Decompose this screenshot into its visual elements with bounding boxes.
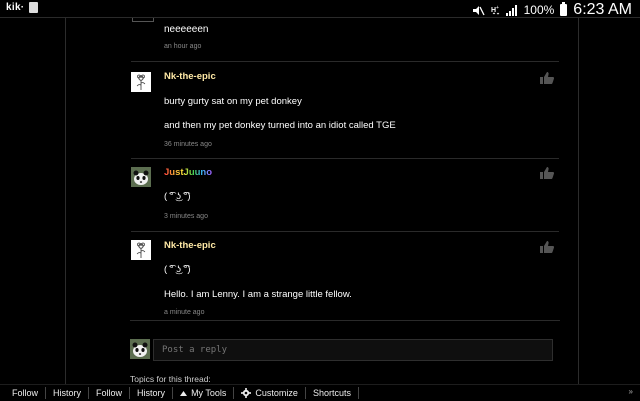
- comment-text: neeeeeen: [164, 24, 209, 35]
- avatar: [132, 18, 154, 22]
- panda-avatar-icon: [131, 167, 151, 187]
- toolbar-shortcuts-button[interactable]: Shortcuts: [306, 387, 359, 399]
- like-icon[interactable]: [540, 240, 554, 253]
- battery-icon: [560, 2, 568, 16]
- bottom-toolbar: Follow History Follow History My Tools C…: [0, 384, 640, 401]
- comment-item: JustJuuno ( ͡° ͜ʖ ͡°) 3 minutes ago: [131, 158, 559, 231]
- gear-icon: [241, 388, 252, 398]
- flower-avatar-icon: [136, 242, 146, 258]
- status-clock: 6:23 AM: [573, 1, 632, 18]
- double-chevron-icon[interactable]: »: [629, 387, 633, 396]
- toolbar-follow-button[interactable]: Follow: [0, 387, 47, 399]
- toolbar-customize-button[interactable]: Customize: [234, 387, 306, 399]
- avatar: [130, 339, 150, 359]
- status-bar: kik· H + 100% 6:23 AM: [0, 0, 640, 18]
- battery-percent: 100%: [523, 3, 555, 17]
- like-icon[interactable]: [540, 166, 554, 179]
- reply-input[interactable]: [153, 339, 553, 361]
- comment-item: Nk-the-epic burty gurty sat on my pet do…: [131, 61, 559, 158]
- comment-timestamp[interactable]: 36 minutes ago: [164, 141, 212, 148]
- comment-text: ( ͡° ͜ʖ ͡°): [164, 191, 191, 202]
- flower-avatar-icon: [136, 74, 146, 90]
- comment-timestamp[interactable]: an hour ago: [164, 43, 201, 50]
- like-icon[interactable]: [540, 71, 554, 84]
- comment-username[interactable]: Nk-the-epic: [164, 240, 216, 251]
- svg-text:+: +: [496, 5, 499, 11]
- mute-icon: [472, 5, 485, 15]
- caret-up-icon: [180, 390, 188, 396]
- topics-label: Topics for this thread:: [130, 374, 211, 384]
- comment-timestamp[interactable]: 3 minutes ago: [164, 213, 208, 220]
- image-notification-icon: [29, 2, 39, 13]
- comment-text: and then my pet donkey turned into an id…: [164, 120, 396, 131]
- comment-timestamp[interactable]: a minute ago: [164, 309, 204, 316]
- toolbar-my-tools-button[interactable]: My Tools: [173, 387, 235, 399]
- comment-text: ( ͡° ͜ʖ ͡°): [164, 264, 191, 275]
- kik-notification-icon: kik·: [6, 2, 25, 13]
- toolbar-history-button[interactable]: History: [130, 387, 174, 399]
- signal-icon: [505, 4, 517, 16]
- panda-avatar-icon: [130, 339, 150, 359]
- comment-username[interactable]: Nk-the-epic: [164, 71, 216, 82]
- comment-username[interactable]: JustJuuno: [164, 167, 212, 178]
- comment-item: Nk-the-epic ( ͡° ͜ʖ ͡°) Hello. I am Lenn…: [131, 231, 559, 328]
- toolbar-history-button[interactable]: History: [46, 387, 90, 399]
- hplus-data-icon: H +: [491, 5, 499, 15]
- avatar[interactable]: [131, 240, 151, 260]
- comment-text: Hello. I am Lenny. I am a strange little…: [164, 289, 352, 300]
- comment-text: burty gurty sat on my pet donkey: [164, 96, 302, 107]
- toolbar-follow-button[interactable]: Follow: [89, 387, 131, 399]
- avatar[interactable]: [131, 167, 151, 187]
- avatar[interactable]: [131, 72, 151, 92]
